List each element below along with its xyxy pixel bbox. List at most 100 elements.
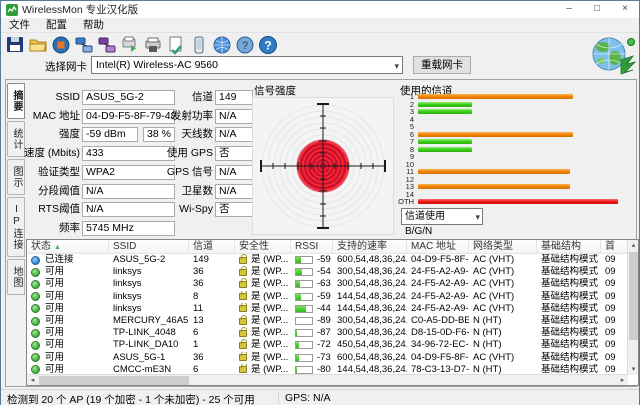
rssi-value: -63: [317, 278, 331, 290]
horizontal-scrollbar[interactable]: ◂ ▸: [27, 374, 628, 385]
cell-first-seen: 09: [601, 352, 628, 364]
channel-bar: [418, 109, 472, 114]
available-status-icon: [31, 365, 40, 374]
lock-icon: [239, 342, 247, 349]
table-row[interactable]: 可用TP-LINK_DA101是 (WP...-72450,54,48,36,2…: [27, 339, 638, 351]
tab-map[interactable]: 地图: [7, 259, 25, 295]
horizontal-scroll-thumb[interactable]: [39, 376, 189, 385]
print-button[interactable]: [141, 34, 164, 56]
channel-row: 14: [398, 191, 632, 199]
save-button[interactable]: [3, 34, 26, 56]
table-row[interactable]: 已连接ASUS_5G-2149是 (WP...-59600,54,48,36,2…: [27, 254, 638, 266]
channel-bar-track: [418, 139, 624, 144]
column-header-5[interactable]: 支持的速率: [333, 240, 407, 253]
adapter-select[interactable]: Intel(R) Wireless-AC 9560 ▾: [91, 56, 403, 74]
vertical-scroll-thumb[interactable]: [629, 252, 638, 340]
rssi-bar-fill: [296, 367, 297, 373]
channel-usage-select[interactable]: 信道使用 B/G/N ▾: [401, 208, 483, 225]
menu-item-2[interactable]: 帮助: [75, 18, 112, 32]
channel-row: 8: [398, 146, 632, 154]
cell-status: 可用: [27, 315, 109, 327]
scroll-left-icon[interactable]: ◂: [27, 375, 38, 386]
cell-infrastructure: 基础结构模式: [537, 254, 601, 266]
column-header-2[interactable]: 信道: [189, 240, 235, 253]
cell-ssid: linksys: [109, 278, 189, 290]
channel-row: 5: [398, 123, 632, 131]
cell-net-type: AC (VHT): [469, 303, 537, 315]
rssi-bar: [295, 317, 313, 325]
cell-net-type: AC (VHT): [469, 266, 537, 278]
table-row[interactable]: 可用linksys11是 (WP...-44144,54,48,36,24...…: [27, 303, 638, 315]
table-row[interactable]: 可用linksys36是 (WP...-63300,54,48,36,24...…: [27, 278, 638, 290]
menu-item-0[interactable]: 文件: [1, 18, 38, 32]
record-button[interactable]: [49, 34, 72, 56]
minimize-button[interactable]: –: [555, 1, 583, 18]
column-header-0[interactable]: 状态▲: [27, 240, 109, 253]
title-bar: WirelessMon 专业汉化版 – □ ×: [1, 1, 639, 18]
net-test-button[interactable]: [72, 34, 95, 56]
mobile-device-button[interactable]: [187, 34, 210, 56]
scroll-up-icon[interactable]: ▴: [628, 240, 639, 251]
cell-status: 可用: [27, 339, 109, 351]
open-button[interactable]: [26, 34, 49, 56]
rssi-value: -72: [317, 339, 331, 351]
cell-infrastructure: 基础结构模式: [537, 278, 601, 290]
field-label: SSID: [16, 90, 80, 105]
status-text: 可用: [45, 315, 64, 327]
available-status-icon: [31, 329, 40, 338]
cell-net-type: AC (VHT): [469, 352, 537, 364]
column-header-7[interactable]: 网络类型: [469, 240, 537, 253]
column-header-9[interactable]: 首: [601, 240, 628, 253]
scroll-right-icon[interactable]: ▸: [617, 375, 628, 386]
status-text: 可用: [45, 266, 64, 278]
net-config-button[interactable]: [95, 34, 118, 56]
cell-rates: 300,54,48,36,24...: [333, 327, 407, 339]
table-row[interactable]: 可用linksys8是 (WP...-59144,54,48,36,24...2…: [27, 291, 638, 303]
status-text: 可用: [45, 327, 64, 339]
cell-channel: 6: [189, 327, 235, 339]
channel-bar: [418, 94, 573, 99]
field-label: 信道: [136, 90, 213, 105]
verify-report-button[interactable]: [164, 34, 187, 56]
export-report-button[interactable]: [118, 34, 141, 56]
maximize-button[interactable]: □: [583, 1, 611, 18]
lock-icon: [239, 257, 247, 264]
help-button[interactable]: ?: [256, 34, 279, 56]
gps-status: GPS: N/A: [285, 392, 331, 404]
rssi-bar-fill: [296, 257, 301, 263]
cell-infrastructure: 基础结构模式: [537, 327, 601, 339]
table-row[interactable]: 可用MERCURY_46A513是 (WP...-89300,54,48,36,…: [27, 315, 638, 327]
menu-item-1[interactable]: 配置: [38, 18, 75, 32]
cell-ssid: linksys: [109, 266, 189, 278]
column-header-3[interactable]: 安全性: [235, 240, 291, 253]
svg-text:?: ?: [241, 40, 247, 52]
adapter-select-value: Intel(R) Wireless-AC 9560: [96, 59, 218, 71]
available-status-icon: [31, 268, 40, 277]
channel-label: 9: [398, 153, 414, 160]
cell-status: 可用: [27, 291, 109, 303]
table-row[interactable]: 可用ASUS_5G-136是 (WP...-73600,54,48,36,24.…: [27, 352, 638, 364]
channel-label: 5: [398, 123, 414, 130]
cell-rssi: -54: [291, 266, 333, 278]
cell-ssid: ASUS_5G-2: [109, 254, 189, 266]
column-header-4[interactable]: RSSI: [291, 240, 333, 253]
column-header-1[interactable]: SSID: [109, 240, 189, 253]
close-button[interactable]: ×: [611, 1, 639, 18]
cell-security: 是 (WP...: [235, 303, 291, 315]
scroll-down-icon[interactable]: ▾: [628, 364, 639, 375]
table-row[interactable]: 可用TP-LINK_40486是 (WP...-87300,54,48,36,2…: [27, 327, 638, 339]
signal-strength-title: 信号强度: [254, 83, 296, 98]
cell-rssi: -73: [291, 352, 333, 364]
table-row[interactable]: 可用linksys36是 (WP...-54300,54,48,36,24...…: [27, 266, 638, 278]
channel-bar-track: [418, 169, 624, 174]
reload-adapter-button[interactable]: 重载网卡: [413, 56, 471, 74]
column-header-8[interactable]: 基础结构: [537, 240, 601, 253]
vertical-scrollbar[interactable]: ▴ ▾: [627, 240, 638, 375]
web-button[interactable]: [210, 34, 233, 56]
online-help-button[interactable]: ?: [233, 34, 256, 56]
column-header-6[interactable]: MAC 地址: [407, 240, 469, 253]
cell-security: 是 (WP...: [235, 291, 291, 303]
cell-status: 可用: [27, 266, 109, 278]
cell-net-type: AC (VHT): [469, 291, 537, 303]
svg-text:?: ?: [264, 39, 271, 53]
